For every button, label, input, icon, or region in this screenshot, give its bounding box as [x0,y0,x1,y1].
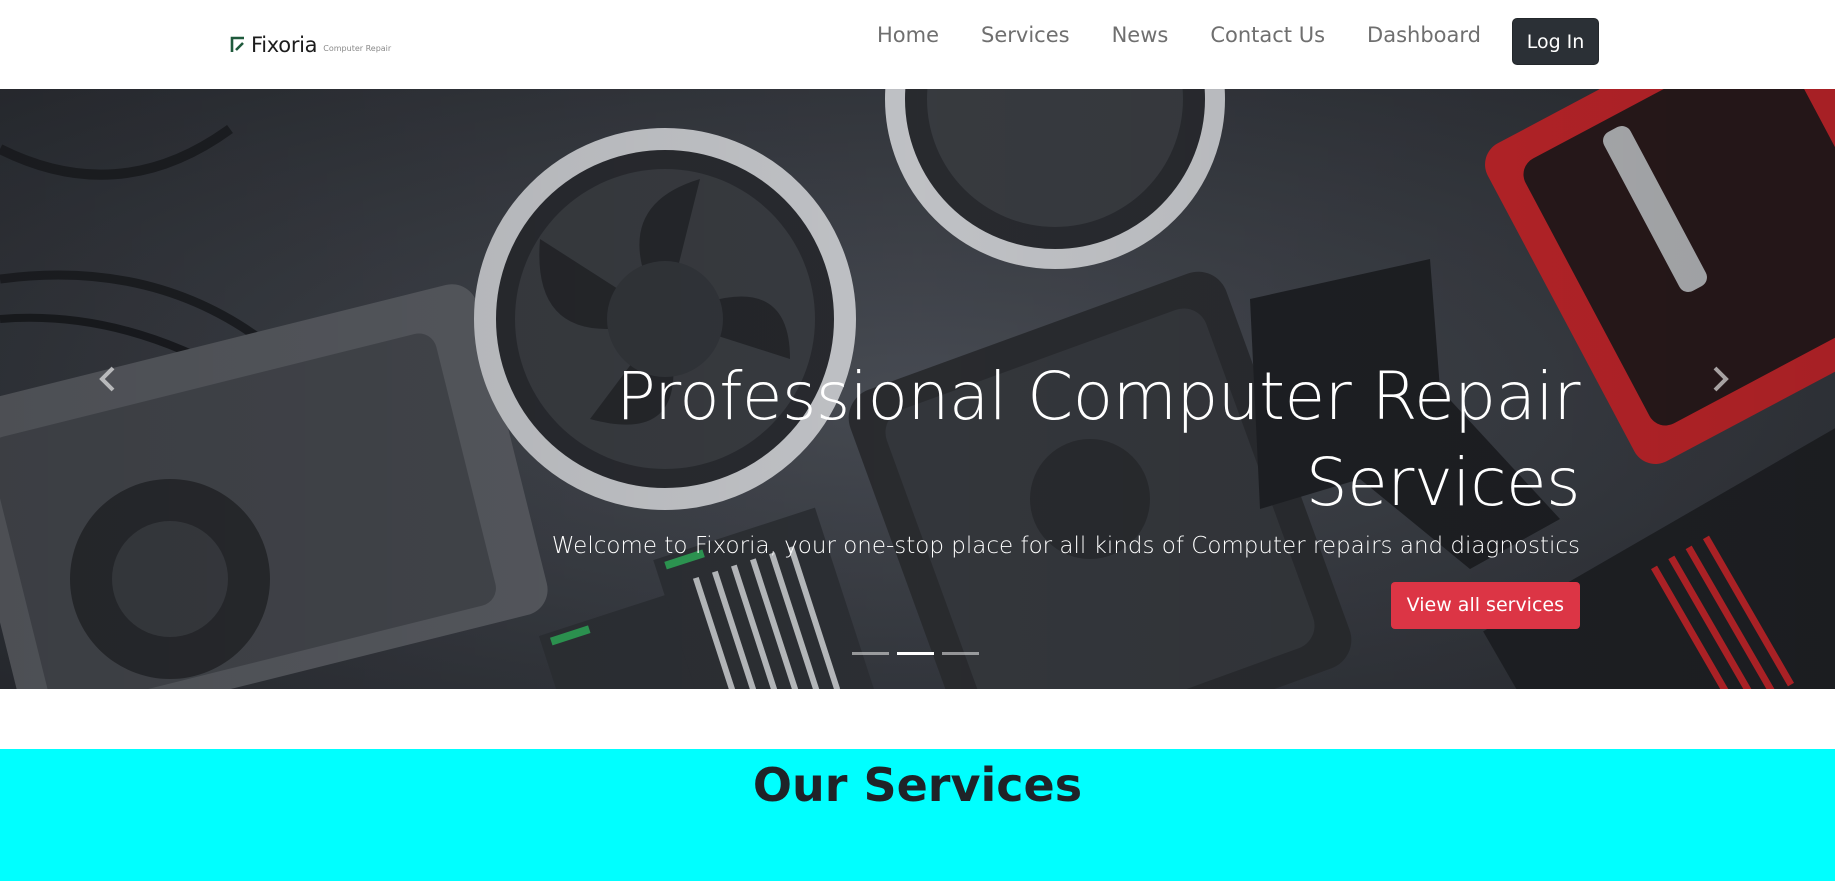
brand-name: Fixoria [251,33,318,57]
nav-link-home[interactable]: Home [877,20,939,50]
chevron-left-icon [99,366,115,392]
brand-logo[interactable]: Fixoria Computer Repair [230,28,391,58]
carousel-indicator-1[interactable] [852,652,889,655]
main-nav: Home Services News Contact Us Dashboard [877,20,1523,50]
navbar: Fixoria Computer Repair Home Services Ne… [0,0,1835,89]
hero-title: Professional Computer Repair Services [615,358,1581,521]
carousel-next-button[interactable] [1700,359,1740,399]
nav-link-contact-us[interactable]: Contact Us [1210,20,1325,50]
carousel-indicator-2[interactable] [897,652,934,655]
chevron-right-icon [1713,366,1729,392]
hero-caption: Professional Computer Repair Services We… [380,354,1581,629]
nav-link-services[interactable]: Services [981,20,1070,50]
carousel-indicator-3[interactable] [942,652,979,655]
hero-subtitle: Welcome to Fixoria, your one-stop place … [551,533,1580,559]
services-section: Our Services [0,749,1835,881]
brand-tagline: Computer Repair [323,44,392,53]
nav-link-news[interactable]: News [1112,20,1169,50]
carousel-indicators [852,652,987,655]
hero-carousel: Professional Computer Repair Services We… [0,89,1835,689]
logo-mark-icon [230,36,244,52]
view-all-services-button[interactable]: View all services [1390,582,1580,629]
login-button[interactable]: Log In [1512,18,1599,65]
carousel-prev-button[interactable] [88,359,128,399]
services-title: Our Services [752,758,1083,812]
nav-link-dashboard[interactable]: Dashboard [1367,20,1481,50]
